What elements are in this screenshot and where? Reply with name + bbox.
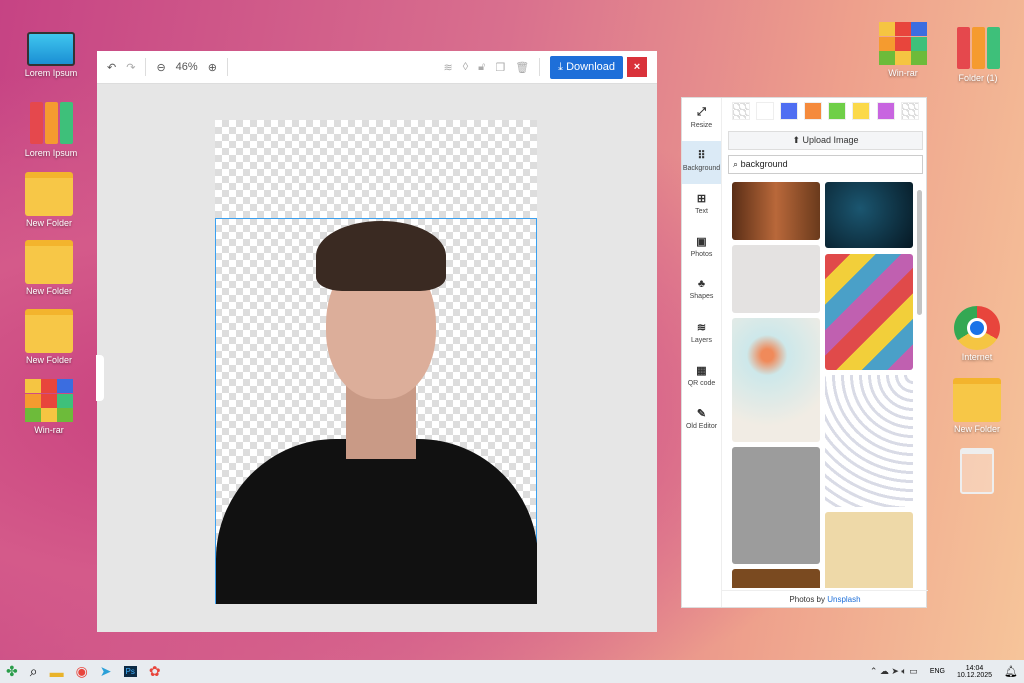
explorer-icon[interactable]: ▬ [50, 664, 64, 680]
close-button[interactable]: × [627, 57, 647, 77]
desktop-icon[interactable]: Lorem Ipsum [16, 102, 86, 158]
folder-icon [953, 378, 1001, 422]
thumb-white[interactable] [732, 245, 820, 313]
icon-label: Internet [961, 352, 993, 362]
photo-person[interactable] [215, 218, 537, 604]
photo-credit: Photos by Unsplash [722, 590, 928, 604]
redo-icon[interactable]: ↷ [126, 61, 135, 74]
icon-label: Win-rar [34, 425, 64, 435]
icon-label: Win-rar [888, 68, 918, 78]
chrome-taskbar-icon[interactable]: ◉ [76, 663, 88, 680]
nav-old-editor[interactable]: ✎ Old Editor [682, 399, 721, 442]
telegram-icon[interactable]: ➤ [100, 663, 112, 680]
folder-icon [25, 172, 73, 216]
panel-nav: ⤢ Resize ⠿ Background ⊞ Text ▣ Photos ♣ Shape… [682, 98, 722, 607]
toolbar: ↶ ↷ ⊖ 46% ⊕ ≋ ◊ 🔓︎ ❐ 🗑︎ ⤓ Download × [97, 51, 657, 84]
download-label: Download [566, 60, 615, 73]
editor-window: ↶ ↷ ⊖ 46% ⊕ ≋ ◊ 🔓︎ ❐ 🗑︎ ⤓ Download × [97, 51, 657, 632]
swatch-purple[interactable] [877, 102, 895, 120]
icon-label: New Folder [25, 286, 72, 296]
icon-label: Lorem Ipsum [24, 68, 78, 78]
binders-icon [954, 27, 1002, 71]
canvas[interactable] [215, 120, 537, 604]
background-results [728, 178, 918, 588]
thumb-watercolor[interactable] [732, 318, 820, 442]
zoom-level: 46% [175, 61, 198, 73]
recycle-bin-icon[interactable] [960, 448, 994, 494]
folder-icon [25, 240, 73, 284]
nav-qr-code[interactable]: ▦ QR code [682, 356, 721, 399]
swatch-white[interactable] [756, 102, 774, 120]
unsplash-link[interactable]: Unsplash [827, 595, 860, 604]
swatch-orange[interactable] [804, 102, 822, 120]
language-indicator[interactable]: ENG [930, 668, 945, 675]
side-panel: ⤢ Resize ⠿ Background ⊞ Text ▣ Photos ♣ Shape… [681, 97, 928, 608]
swatch-transparent[interactable] [732, 102, 750, 120]
swatch-yellow[interactable] [852, 102, 870, 120]
desktop-icon[interactable]: New Folder [14, 172, 84, 228]
desktop-icon[interactable]: New Folder [942, 378, 1012, 434]
desktop-icon[interactable]: New Folder [14, 240, 84, 296]
clock[interactable]: 14:04 10.12.2025 [957, 665, 992, 679]
search-input[interactable]: ⌕ background [728, 155, 923, 174]
icon-label: New Folder [25, 355, 72, 365]
nav-text[interactable]: ⊞ Text [682, 184, 721, 227]
duplicate-icon[interactable]: ❐ [495, 61, 505, 74]
nav-background[interactable]: ⠿ Background [682, 141, 721, 184]
search-icon[interactable]: ⌕ [30, 663, 38, 680]
nav-resize[interactable]: ⤢ Resize [682, 98, 721, 141]
notification-icon[interactable]: 🔔︎ [1004, 665, 1018, 678]
desktop-icon[interactable]: Lorem Ipsum [16, 28, 86, 78]
trash-icon[interactable]: 🗑︎ [515, 61, 529, 74]
download-button[interactable]: ⤓ Download [550, 55, 623, 79]
opacity-icon[interactable]: ◊ [463, 61, 468, 73]
tray-icons[interactable]: ⌃ ☁ ➤ 🔈︎ ▭ [870, 666, 918, 677]
desktop-icon[interactable]: Folder (1) [943, 27, 1013, 83]
upload-image-button[interactable]: ⬆ Upload Image [728, 131, 923, 150]
undo-icon[interactable]: ↶ [107, 61, 116, 74]
start-icon[interactable]: ✤ [6, 663, 18, 680]
taskbar: ✤ ⌕ ▬ ◉ ➤ Ps ✿ ⌃ ☁ ➤ 🔈︎ ▭ ENG 14:04 10.12… [0, 660, 1024, 683]
thumb-concrete[interactable] [732, 447, 820, 564]
layers-icon[interactable]: ≋ [444, 61, 453, 74]
binders-icon [27, 102, 75, 146]
photoshop-icon[interactable]: Ps [123, 666, 137, 677]
desktop-icon[interactable]: Internet [942, 306, 1012, 362]
monitor-icon [27, 32, 75, 66]
panel-collapse-handle[interactable] [96, 355, 104, 401]
chrome-icon [954, 306, 1000, 350]
winrar-icon [25, 379, 73, 423]
thumb-colorful-wood[interactable] [825, 254, 913, 370]
desktop-icon[interactable]: Win-rar [868, 22, 938, 78]
zoom-in-icon[interactable]: ⊕ [208, 61, 217, 74]
scrollbar[interactable] [917, 190, 922, 315]
folder-icon [25, 309, 73, 353]
zoom-out-icon[interactable]: ⊖ [156, 61, 165, 74]
icon-label: New Folder [25, 218, 72, 228]
swatch-green[interactable] [828, 102, 846, 120]
icon-label: Folder (1) [958, 73, 998, 83]
swatch-pattern[interactable] [901, 102, 919, 120]
app-icon[interactable]: ✿ [149, 663, 161, 680]
thumb-wood[interactable] [732, 182, 820, 240]
thumb-white-waves[interactable] [825, 375, 913, 507]
nav-photos[interactable]: ▣ Photos [682, 227, 721, 270]
icon-label: Lorem Ipsum [24, 148, 78, 158]
desktop-icon[interactable]: Win-rar [14, 379, 84, 435]
desktop-icon[interactable]: New Folder [14, 309, 84, 365]
thumb-paper[interactable] [825, 512, 913, 588]
nav-layers[interactable]: ≋ Layers [682, 313, 721, 356]
lock-icon[interactable]: 🔓︎ [478, 61, 485, 74]
nav-shapes[interactable]: ♣ Shapes [682, 270, 721, 313]
thumb-autumn[interactable] [732, 569, 820, 588]
search-icon: ⌕ [733, 159, 739, 169]
thumb-space[interactable] [825, 182, 913, 248]
swatch-blue[interactable] [780, 102, 798, 120]
winrar-icon [879, 22, 927, 66]
icon-label: New Folder [953, 424, 1000, 434]
